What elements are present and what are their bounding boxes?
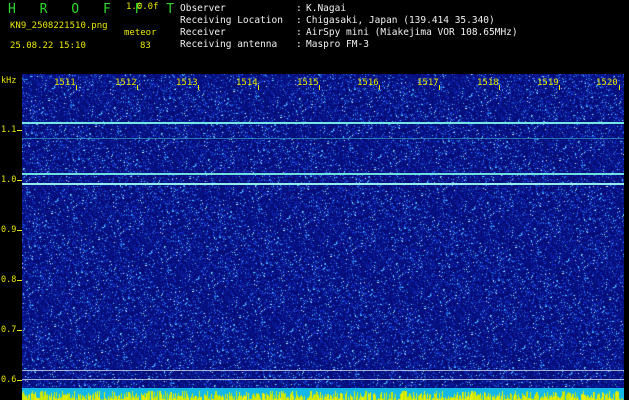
version-label: 1.0.0f	[126, 2, 159, 12]
info-label-location: Receiving Location	[180, 15, 283, 26]
x-tick	[319, 85, 320, 90]
file-name-label: KN9_2508221510.png	[10, 21, 108, 31]
x-tick	[137, 85, 138, 90]
info-value-observer: K.Nagai	[306, 3, 347, 14]
y-tick-label: 0.9	[1, 225, 17, 235]
x-tick	[258, 85, 259, 90]
x-tick	[619, 85, 620, 90]
meteor-count: 83	[140, 41, 151, 51]
info-label-observer: Observer	[180, 3, 226, 14]
info-label-antenna: Receiving antenna	[180, 39, 278, 50]
x-tick-label: 1512	[115, 78, 137, 88]
y-tick-label: 1.0	[1, 175, 17, 185]
x-axis: 1511 1512 1513 1514 1515 1516 1517 1518 …	[22, 78, 624, 92]
info-value-receiver: AirSpy mini (Miakejima VOR 108.65MHz)	[306, 27, 518, 38]
datetime-label: 25.08.22 15:10	[10, 41, 86, 51]
y-tick-label: 0.7	[1, 325, 17, 335]
info-value-location: Chigasaki, Japan (139.414 35.340)	[306, 15, 495, 26]
info-colon: :	[296, 3, 302, 14]
x-tick-label: 1518	[477, 78, 499, 88]
signal-line	[22, 183, 624, 185]
y-tick-label: 1.1	[1, 125, 17, 135]
signal-line	[22, 122, 624, 124]
signal-line	[22, 173, 624, 175]
spectrogram-plot	[22, 74, 624, 400]
x-tick-label: 1517	[417, 78, 439, 88]
info-colon: :	[296, 27, 302, 38]
y-tick-label: 0.6	[1, 375, 17, 385]
y-unit-label: kHz	[1, 76, 17, 86]
signal-line	[22, 138, 624, 139]
y-axis: 1.1 1.0 0.9 0.8 0.7 0.6	[0, 74, 22, 400]
info-label-receiver: Receiver	[180, 27, 226, 38]
x-tick	[439, 85, 440, 90]
bottom-noise-strip	[22, 388, 624, 400]
meteor-label: meteor	[124, 28, 157, 38]
marker-line	[22, 379, 624, 380]
x-tick-label: 1515	[297, 78, 319, 88]
info-colon: :	[296, 15, 302, 26]
x-tick-label: 1511	[54, 78, 76, 88]
x-tick	[559, 85, 560, 90]
right-border	[624, 74, 629, 400]
x-tick	[379, 85, 380, 90]
info-value-antenna: Maspro FM-3	[306, 39, 369, 50]
x-tick-label: 1516	[357, 78, 379, 88]
header-panel: H R O F F T 1.0.0f KN9_2508221510.png me…	[0, 0, 629, 74]
x-tick-label: 1513	[176, 78, 198, 88]
x-tick-label: 1520	[596, 78, 618, 88]
y-tick-label: 0.8	[1, 275, 17, 285]
info-colon: :	[296, 39, 302, 50]
x-tick	[499, 85, 500, 90]
x-tick-label: 1519	[537, 78, 559, 88]
x-tick-label: 1514	[236, 78, 258, 88]
x-tick	[76, 85, 77, 90]
marker-line	[22, 370, 624, 371]
x-tick	[198, 85, 199, 90]
